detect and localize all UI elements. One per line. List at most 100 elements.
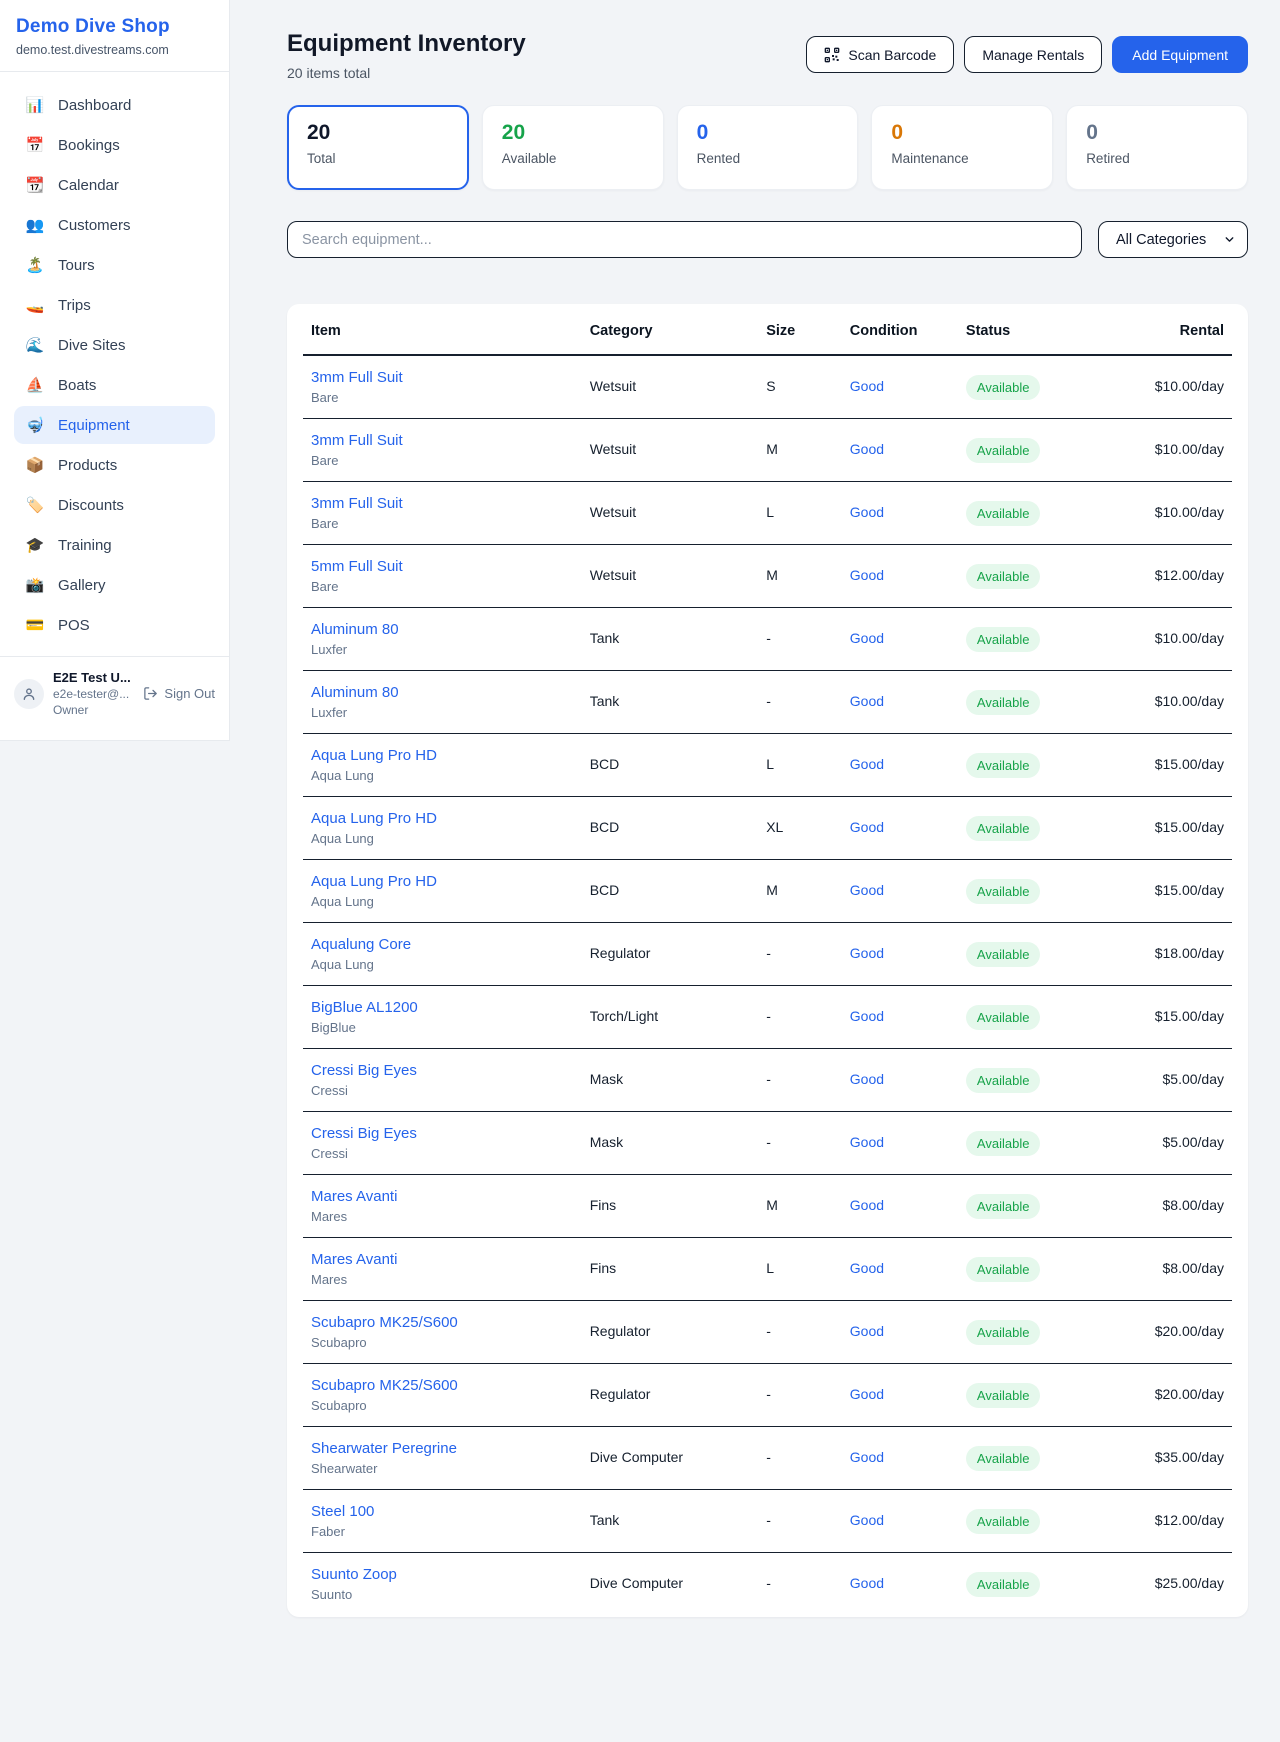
item-name-link[interactable]: Mares Avanti xyxy=(311,1188,574,1205)
item-condition-link[interactable]: Good xyxy=(850,1260,884,1276)
item-name-link[interactable]: Aqua Lung Pro HD xyxy=(311,747,574,764)
item-name-link[interactable]: Cressi Big Eyes xyxy=(311,1125,574,1142)
item-condition-link[interactable]: Good xyxy=(850,1071,884,1087)
sidebar-item-equipment[interactable]: 🤿 Equipment xyxy=(14,406,215,444)
item-brand: Suunto xyxy=(311,1587,574,1602)
item-name-link[interactable]: 3mm Full Suit xyxy=(311,432,574,449)
item-condition-link[interactable]: Good xyxy=(850,1449,884,1465)
search-input[interactable] xyxy=(287,221,1082,258)
sidebar-item-tours[interactable]: 🏝️ Tours xyxy=(14,246,215,284)
item-condition-link[interactable]: Good xyxy=(850,1512,884,1528)
item-category: Wetsuit xyxy=(590,441,636,457)
item-brand: Scubapro xyxy=(311,1335,574,1350)
sidebar-item-label: POS xyxy=(58,617,90,634)
table-row: Cressi Big Eyes Cressi Mask - Good Avail… xyxy=(303,1049,1232,1112)
manage-rentals-button[interactable]: Manage Rentals xyxy=(964,36,1102,73)
sidebar-item-gallery[interactable]: 📸 Gallery xyxy=(14,566,215,604)
logout-icon xyxy=(143,686,158,701)
item-condition-link[interactable]: Good xyxy=(850,1008,884,1024)
item-condition-link[interactable]: Good xyxy=(850,1575,884,1591)
item-name-link[interactable]: 3mm Full Suit xyxy=(311,369,574,386)
item-condition-link[interactable]: Good xyxy=(850,1197,884,1213)
item-name-link[interactable]: Mares Avanti xyxy=(311,1251,574,1268)
item-name-link[interactable]: Scubapro MK25/S600 xyxy=(311,1377,574,1394)
item-condition-link[interactable]: Good xyxy=(850,882,884,898)
item-brand: Mares xyxy=(311,1209,574,1224)
item-size: XL xyxy=(766,819,783,835)
item-name-link[interactable]: Cressi Big Eyes xyxy=(311,1062,574,1079)
table-row: Aqua Lung Pro HD Aqua Lung BCD M Good Av… xyxy=(303,860,1232,923)
item-category: Tank xyxy=(590,630,620,646)
item-name-link[interactable]: Aluminum 80 xyxy=(311,684,574,701)
stat-card-rented[interactable]: 0 Rented xyxy=(677,105,859,190)
item-name-link[interactable]: BigBlue AL1200 xyxy=(311,999,574,1016)
item-brand: Bare xyxy=(311,516,574,531)
table-row: BigBlue AL1200 BigBlue Torch/Light - Goo… xyxy=(303,986,1232,1049)
add-equipment-button[interactable]: Add Equipment xyxy=(1112,36,1248,73)
item-condition-link[interactable]: Good xyxy=(850,1134,884,1150)
status-badge: Available xyxy=(966,1194,1041,1219)
item-name-link[interactable]: Aqua Lung Pro HD xyxy=(311,873,574,890)
item-condition-link[interactable]: Good xyxy=(850,567,884,583)
item-name-link[interactable]: 3mm Full Suit xyxy=(311,495,574,512)
sign-out-button[interactable]: Sign Out xyxy=(143,686,215,701)
sidebar-item-calendar[interactable]: 📆 Calendar xyxy=(14,166,215,204)
sidebar-item-label: Training xyxy=(58,537,112,554)
item-name-link[interactable]: Steel 100 xyxy=(311,1503,574,1520)
sidebar-item-pos[interactable]: 💳 POS xyxy=(14,606,215,644)
item-category: Wetsuit xyxy=(590,567,636,583)
status-badge: Available xyxy=(966,564,1041,589)
item-condition-link[interactable]: Good xyxy=(850,441,884,457)
item-condition-link[interactable]: Good xyxy=(850,819,884,835)
item-condition-link[interactable]: Good xyxy=(850,693,884,709)
item-category: Mask xyxy=(590,1071,623,1087)
item-rental-rate: $20.00/day xyxy=(1155,1323,1224,1339)
avatar xyxy=(14,679,44,709)
category-select[interactable]: All Categories xyxy=(1098,221,1248,258)
item-condition-link[interactable]: Good xyxy=(850,1323,884,1339)
sidebar-item-discounts[interactable]: 🏷️ Discounts xyxy=(14,486,215,524)
items-total-count: 20 items total xyxy=(287,65,526,81)
sidebar-item-trips[interactable]: 🚤 Trips xyxy=(14,286,215,324)
sidebar-item-bookings[interactable]: 📅 Bookings xyxy=(14,126,215,164)
equipment-table: Item Category Size Condition Status Rent… xyxy=(303,306,1232,1615)
col-header-size: Size xyxy=(758,306,842,355)
item-condition-link[interactable]: Good xyxy=(850,504,884,520)
col-header-status: Status xyxy=(958,306,1111,355)
item-rental-rate: $15.00/day xyxy=(1155,756,1224,772)
item-rental-rate: $10.00/day xyxy=(1155,693,1224,709)
stat-card-total[interactable]: 20 Total xyxy=(287,105,469,190)
status-badge: Available xyxy=(966,816,1041,841)
item-brand: Aqua Lung xyxy=(311,768,574,783)
item-name-link[interactable]: Shearwater Peregrine xyxy=(311,1440,574,1457)
item-name-link[interactable]: Scubapro MK25/S600 xyxy=(311,1314,574,1331)
sidebar-item-boats[interactable]: ⛵ Boats xyxy=(14,366,215,404)
stat-card-available[interactable]: 20 Available xyxy=(482,105,664,190)
sidebar-item-label: Trips xyxy=(58,297,91,314)
item-size: M xyxy=(766,882,778,898)
bar-chart-icon: 📊 xyxy=(25,96,45,114)
sidebar-item-customers[interactable]: 👥 Customers xyxy=(14,206,215,244)
item-name-link[interactable]: Aluminum 80 xyxy=(311,621,574,638)
stat-card-maintenance[interactable]: 0 Maintenance xyxy=(871,105,1053,190)
sidebar-item-label: Customers xyxy=(58,217,131,234)
sidebar-item-dashboard[interactable]: 📊 Dashboard xyxy=(14,86,215,124)
user-name: E2E Test U... xyxy=(53,670,134,685)
sidebar-item-training[interactable]: 🎓 Training xyxy=(14,526,215,564)
item-condition-link[interactable]: Good xyxy=(850,630,884,646)
item-condition-link[interactable]: Good xyxy=(850,945,884,961)
sidebar-item-dive-sites[interactable]: 🌊 Dive Sites xyxy=(14,326,215,364)
speedboat-icon: 🚤 xyxy=(25,296,45,314)
header-actions: Scan Barcode Manage Rentals Add Equipmen… xyxy=(806,36,1248,73)
item-condition-link[interactable]: Good xyxy=(850,378,884,394)
scan-barcode-button[interactable]: Scan Barcode xyxy=(806,36,954,73)
item-rental-rate: $15.00/day xyxy=(1155,1008,1224,1024)
item-condition-link[interactable]: Good xyxy=(850,756,884,772)
item-name-link[interactable]: Aqua Lung Pro HD xyxy=(311,810,574,827)
sidebar-item-products[interactable]: 📦 Products xyxy=(14,446,215,484)
item-name-link[interactable]: Suunto Zoop xyxy=(311,1566,574,1583)
item-name-link[interactable]: 5mm Full Suit xyxy=(311,558,574,575)
item-name-link[interactable]: Aqualung Core xyxy=(311,936,574,953)
item-condition-link[interactable]: Good xyxy=(850,1386,884,1402)
stat-card-retired[interactable]: 0 Retired xyxy=(1066,105,1248,190)
